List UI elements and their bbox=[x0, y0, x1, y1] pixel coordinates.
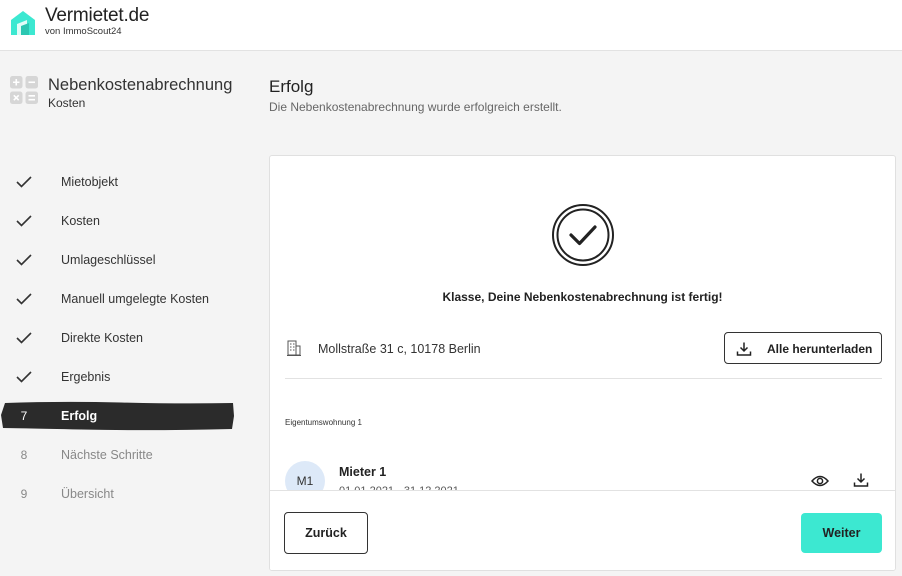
check-icon bbox=[14, 214, 34, 227]
building-icon bbox=[287, 340, 301, 356]
download-icon[interactable] bbox=[853, 472, 869, 488]
active-step-highlight bbox=[1, 401, 234, 431]
page-title: Erfolg bbox=[269, 77, 314, 96]
unit-label: Eigentumswohnung 1 bbox=[285, 418, 362, 427]
page-subtitle: Die Nebenkostenabrechnung wurde erfolgre… bbox=[269, 100, 562, 114]
top-bar: Vermietet.de von ImmoScout24 bbox=[0, 0, 902, 51]
step-erfolg[interactable]: 7 Erfolg bbox=[0, 396, 240, 435]
step-naechste-schritte[interactable]: 8 Nächste Schritte bbox=[0, 435, 240, 474]
step-kosten[interactable]: Kosten bbox=[0, 201, 240, 240]
step-list: Mietobjekt Kosten Umlageschlüssel Manuel… bbox=[0, 162, 240, 513]
download-icon bbox=[736, 342, 752, 356]
property-address: Mollstraße 31 c, 10178 Berlin bbox=[318, 342, 481, 356]
check-icon bbox=[14, 253, 34, 266]
sidebar-title: Nebenkostenabrechnung bbox=[48, 76, 233, 94]
sidebar-header: Nebenkostenabrechnung Kosten bbox=[10, 75, 232, 111]
step-number: 8 bbox=[20, 447, 28, 462]
check-icon bbox=[14, 370, 34, 383]
step-mietobjekt[interactable]: Mietobjekt bbox=[0, 162, 240, 201]
step-label: Mietobjekt bbox=[61, 174, 118, 189]
step-label: Kosten bbox=[61, 213, 100, 228]
step-ergebnis[interactable]: Ergebnis bbox=[0, 357, 240, 396]
card-footer: Zurück Weiter bbox=[270, 490, 895, 570]
house-logo-icon bbox=[11, 11, 35, 35]
step-umlageschluessel[interactable]: Umlageschlüssel bbox=[0, 240, 240, 279]
step-direkte-kosten[interactable]: Direkte Kosten bbox=[0, 318, 240, 357]
step-manuell-umgelegte-kosten[interactable]: Manuell umgelegte Kosten bbox=[0, 279, 240, 318]
back-button[interactable]: Zurück bbox=[284, 512, 368, 554]
step-label: Nächste Schritte bbox=[61, 447, 153, 462]
check-icon bbox=[14, 292, 34, 305]
success-check-icon bbox=[552, 204, 614, 266]
result-card: Klasse, Deine Nebenkostenabrechnung ist … bbox=[269, 155, 896, 571]
divider bbox=[285, 378, 882, 379]
step-label: Direkte Kosten bbox=[61, 330, 143, 345]
brand-name: Vermietet.de bbox=[45, 5, 150, 26]
step-label: Manuell umgelegte Kosten bbox=[61, 291, 210, 306]
step-label: Erfolg bbox=[61, 408, 98, 423]
eye-icon[interactable] bbox=[811, 474, 829, 488]
download-all-label: Alle herunterladen bbox=[767, 342, 873, 356]
step-number: 7 bbox=[20, 408, 28, 423]
next-button[interactable]: Weiter bbox=[801, 513, 882, 553]
step-label: Ergebnis bbox=[61, 369, 111, 384]
download-all-button[interactable]: Alle herunterladen bbox=[724, 332, 882, 364]
sidebar: Nebenkostenabrechnung Kosten Mietobjekt … bbox=[0, 51, 240, 576]
step-label: Übersicht bbox=[61, 486, 114, 501]
property-row: Mollstraße 31 c, 10178 Berlin Alle herun… bbox=[285, 332, 882, 380]
brand-logo[interactable]: Vermietet.de von ImmoScout24 bbox=[8, 5, 150, 38]
check-icon bbox=[14, 331, 34, 344]
success-message: Klasse, Deine Nebenkostenabrechnung ist … bbox=[442, 290, 723, 304]
calculator-icon bbox=[10, 76, 38, 104]
step-uebersicht[interactable]: 9 Übersicht bbox=[0, 474, 240, 513]
tenant-row: M1 Mieter 1 01.01.2021 - 31.12.2021 bbox=[285, 461, 882, 501]
check-icon bbox=[14, 175, 34, 188]
tenant-name: Mieter 1 bbox=[339, 465, 387, 479]
step-number: 9 bbox=[20, 486, 28, 501]
brand-subtitle: von ImmoScout24 bbox=[45, 26, 122, 37]
sidebar-subtitle: Kosten bbox=[48, 96, 86, 110]
step-label: Umlageschlüssel bbox=[61, 252, 156, 267]
